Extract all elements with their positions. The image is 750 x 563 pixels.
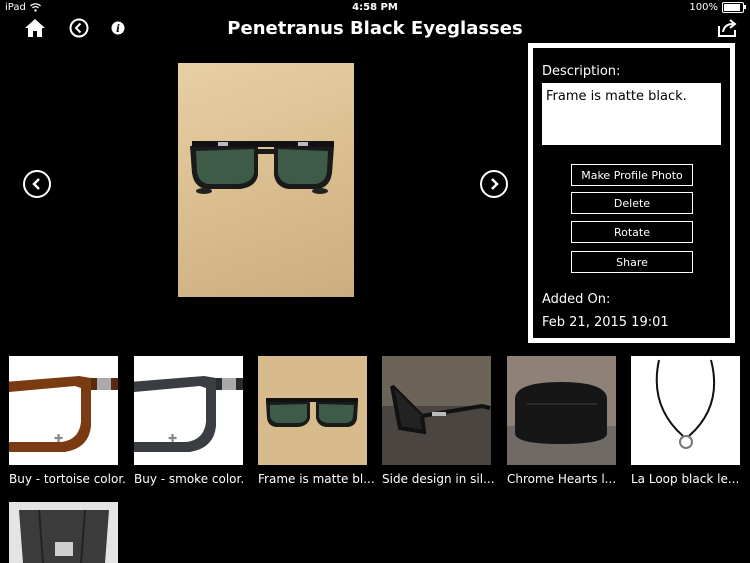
status-bar: iPad 4:58 PM 100% (0, 0, 750, 16)
delete-button[interactable]: Delete (571, 192, 693, 214)
next-photo-button[interactable] (480, 170, 508, 198)
added-on-label: Added On: (542, 292, 611, 307)
smoke-glasses-image: ✚ (134, 376, 243, 452)
thumbnail-2-caption: Buy - smoke color. (134, 472, 245, 486)
side-design-image (382, 356, 491, 435)
eyeglasses-thumb-image (266, 398, 358, 427)
thumbnail-6[interactable] (631, 356, 740, 465)
chevron-right-circle-icon (491, 178, 499, 190)
status-time: 4:58 PM (352, 2, 398, 13)
photo-detail-panel: Description: Frame is matte black. Make … (528, 43, 735, 343)
glasses-case-image (507, 382, 616, 465)
share-button[interactable]: Share (571, 251, 693, 273)
share-export-button[interactable] (716, 16, 740, 40)
main-photo (178, 63, 354, 297)
description-field[interactable]: Frame is matte black. (542, 83, 721, 145)
make-profile-photo-button[interactable]: Make Profile Photo (571, 164, 693, 186)
previous-photo-button[interactable] (23, 170, 51, 198)
battery-icon (722, 2, 746, 13)
thumbnail-4-caption: Side design in sil... (382, 472, 495, 486)
thumbnail-5-caption: Chrome Hearts l... (507, 472, 617, 486)
battery-percent: 100% (689, 2, 718, 13)
thumbnail-3-caption: Frame is matte bl... (258, 472, 375, 486)
share-icon (718, 19, 737, 37)
chevron-left-circle-icon (32, 178, 40, 190)
battery-fill (724, 4, 740, 11)
tortoise-glasses-image: ✚ (9, 376, 118, 452)
thumbnail-4[interactable] (382, 356, 491, 465)
thumbnail-7[interactable] (9, 502, 118, 563)
eyeglasses-image (190, 141, 334, 194)
loop-necklace-image (655, 359, 716, 449)
thumbnail-3[interactable] (258, 356, 367, 465)
svg-text:✚: ✚ (54, 432, 63, 445)
thumbnail-6-caption: La Loop black le... (631, 472, 740, 486)
svg-text:✚: ✚ (168, 432, 177, 445)
thumbnail-1[interactable]: ✚ (9, 356, 118, 465)
page-title: Penetranus Black Eyeglasses (227, 18, 523, 39)
thumbnail-5[interactable] (507, 356, 616, 465)
thumbnail-2[interactable]: ✚ (134, 356, 243, 465)
leather-case-image (19, 509, 109, 563)
thumbnail-1-caption: Buy - tortoise color. (9, 472, 126, 486)
added-on-value: Feb 21, 2015 19:01 (542, 315, 669, 330)
description-label: Description: (542, 64, 621, 79)
rotate-button[interactable]: Rotate (571, 221, 693, 243)
